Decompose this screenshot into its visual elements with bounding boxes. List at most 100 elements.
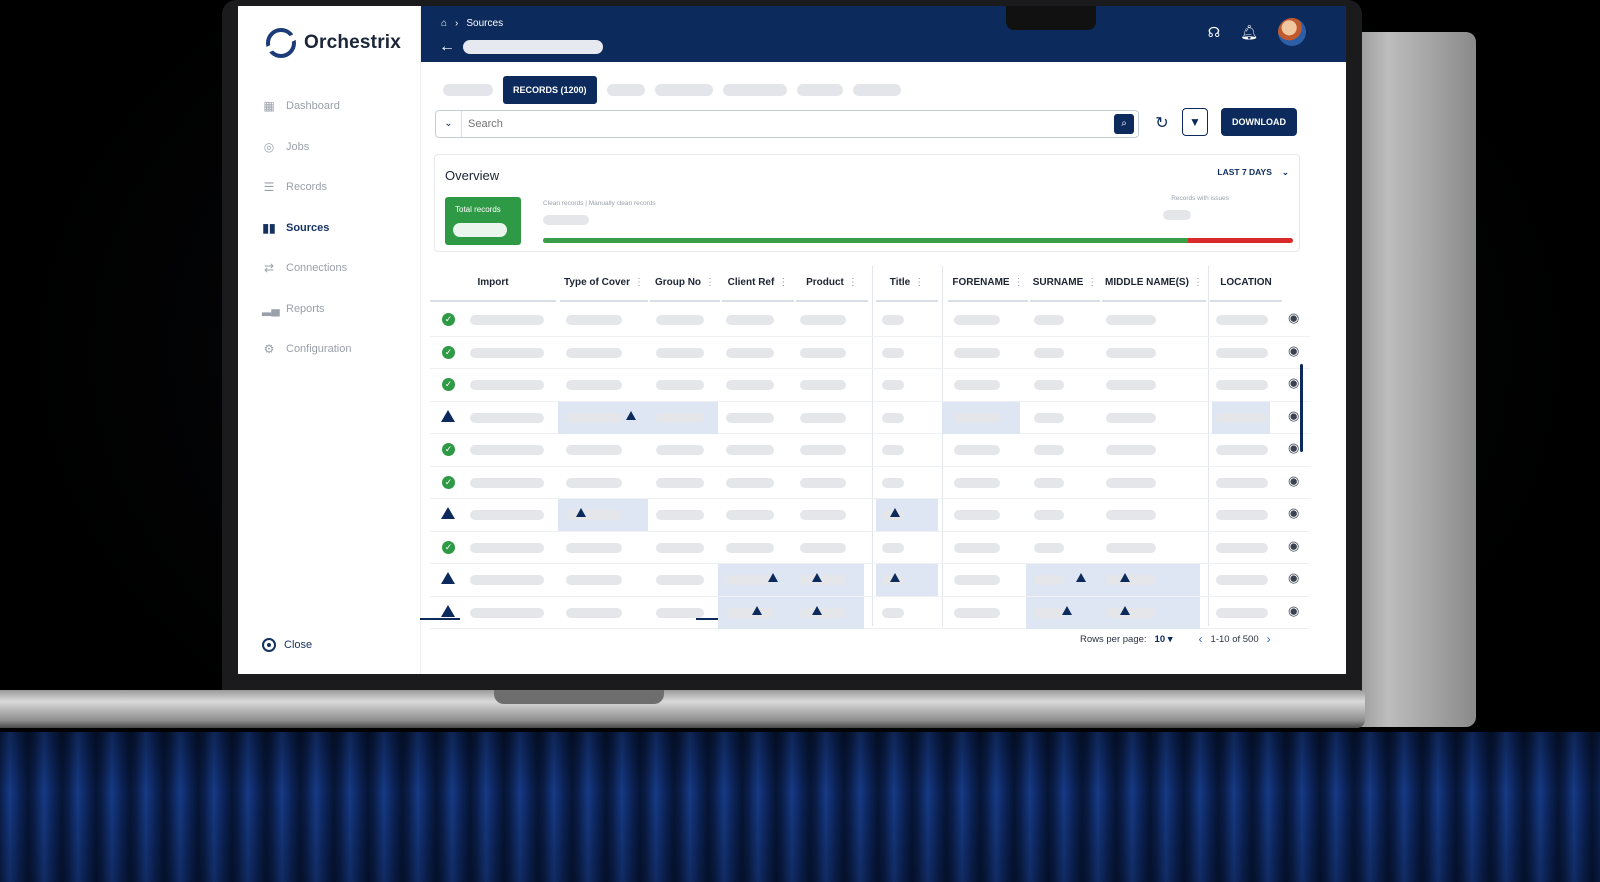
kebab-icon[interactable]: ⋮ <box>914 265 924 301</box>
cell-placeholder <box>656 510 704 520</box>
col-header-title[interactable]: Title ⋮ <box>876 266 938 302</box>
cell-placeholder <box>470 477 544 488</box>
clean-progress-fill <box>543 238 1188 243</box>
records-table: Import Type of Cover ⋮ Group No ⋮ Client R… <box>430 266 1310 629</box>
breadcrumb-sources[interactable]: Sources <box>466 18 503 29</box>
col-header-forename[interactable]: FORENAME ⋮ <box>948 266 1028 302</box>
cell-placeholder <box>656 445 704 455</box>
sidebar-item-dashboard[interactable]: ▦ Dashboard <box>262 86 412 127</box>
eye-icon[interactable]: ◉ <box>1288 408 1299 424</box>
sidebar-item-sources[interactable]: ▮▮ Sources <box>262 208 412 249</box>
search-input[interactable] <box>462 118 1114 130</box>
bell-icon[interactable]: 🔔︎ <box>1240 24 1258 41</box>
home-icon[interactable]: ⌂ <box>441 18 447 29</box>
kebab-icon[interactable]: ⋮ <box>1087 265 1097 301</box>
tab-placeholder[interactable] <box>796 84 843 96</box>
table-row[interactable]: ✓ ◉ <box>430 532 1310 564</box>
col-header-import[interactable]: Import <box>430 266 556 302</box>
cell-placeholder <box>1216 412 1268 423</box>
tab-placeholder[interactable] <box>722 84 787 96</box>
download-button[interactable]: DOWNLOAD <box>1221 108 1297 136</box>
logo-icon <box>266 28 296 58</box>
col-label: SURNAME <box>1032 277 1084 288</box>
check-icon: ✓ <box>442 345 455 359</box>
kebab-icon[interactable]: ⋮ <box>705 265 715 301</box>
table-row[interactable]: ◉ <box>430 564 1310 597</box>
cell-placeholder <box>566 542 622 553</box>
col-header-client-ref[interactable]: Client Ref ⋮ <box>722 266 794 302</box>
cell-placeholder <box>954 607 1000 618</box>
sidebar-item-label: Records <box>286 181 327 194</box>
tab-placeholder[interactable] <box>654 84 713 96</box>
filter-icon[interactable]: ▼ <box>1182 108 1208 136</box>
tab-placeholder[interactable] <box>852 84 901 96</box>
cell-placeholder <box>800 380 846 390</box>
cell-placeholder <box>566 607 622 618</box>
col-header-middle-names[interactable]: MIDDLE NAME(S) ⋮ <box>1102 266 1206 302</box>
close-button[interactable]: Close <box>262 638 312 652</box>
table-row[interactable]: ✓ ◉ <box>430 369 1310 402</box>
eye-icon[interactable]: ◉ <box>1288 440 1299 456</box>
table-row[interactable]: ✓ ◉ <box>430 304 1310 337</box>
eye-icon[interactable]: ◉ <box>1288 375 1299 391</box>
issues-value-placeholder <box>1163 210 1191 220</box>
col-header-group-no[interactable]: Group No ⋮ <box>650 266 720 302</box>
tab-records[interactable]: RECORDS (1200) <box>503 76 597 104</box>
eye-icon[interactable]: ◉ <box>1288 570 1299 586</box>
eye-icon[interactable]: ◉ <box>1288 505 1299 521</box>
search-icon[interactable]: ⌕ <box>1114 114 1134 134</box>
cell-placeholder <box>1106 477 1156 488</box>
eye-icon[interactable]: ◉ <box>1288 603 1299 619</box>
cell-placeholder <box>726 445 774 455</box>
sidebar-item-configuration[interactable]: ⚙ Configuration <box>262 329 412 370</box>
cell-placeholder <box>1106 445 1156 455</box>
kebab-icon[interactable]: ⋮ <box>848 265 858 301</box>
kebab-icon[interactable]: ⋮ <box>778 265 788 301</box>
next-page-icon[interactable]: › <box>1267 632 1271 646</box>
cell-placeholder <box>882 315 904 325</box>
cell-placeholder <box>1106 347 1156 358</box>
table-row[interactable]: ✓ ◉ <box>430 337 1310 369</box>
kebab-icon[interactable]: ⋮ <box>634 265 644 301</box>
eye-icon[interactable]: ◉ <box>1288 473 1299 489</box>
table-row[interactable]: ✓ ◉ <box>430 434 1310 467</box>
chevron-down-icon[interactable]: ⌄ <box>436 111 462 137</box>
sidebar-item-connections[interactable]: ⇄ Connections <box>262 248 412 289</box>
table-row[interactable]: ◉ <box>430 499 1310 532</box>
sidebar-item-records[interactable]: ☰ Records <box>262 167 412 208</box>
headset-icon[interactable]: ☊ <box>1208 24 1220 41</box>
table-row[interactable]: ◉ <box>430 596 1310 629</box>
col-header-location[interactable]: LOCATION <box>1210 266 1282 302</box>
tab-placeholder[interactable] <box>606 84 645 96</box>
rows-per-page-value: 10 <box>1154 633 1166 645</box>
sidebar-item-reports[interactable]: ▂▄ Reports <box>262 289 412 330</box>
eye-icon[interactable]: ◉ <box>1288 310 1299 326</box>
sidebar-item-jobs[interactable]: ◎ Jobs <box>262 127 412 168</box>
warning-icon <box>1062 605 1072 615</box>
cell-placeholder <box>566 445 622 455</box>
top-bar: ⌂ › Sources ← ☊ 🔔︎ <box>421 6 1346 62</box>
table-row[interactable]: ✓ ◉ <box>430 467 1310 499</box>
col-header-surname[interactable]: SURNAME ⋮ <box>1030 266 1100 302</box>
scrollbar[interactable] <box>1300 364 1303 452</box>
kebab-icon[interactable]: ⋮ <box>1014 265 1024 301</box>
col-header-product[interactable]: Product ⋮ <box>796 266 868 302</box>
col-header-type-of-cover[interactable]: Type of Cover ⋮ <box>560 266 648 302</box>
refresh-icon[interactable]: ↻ <box>1152 114 1172 134</box>
cell-placeholder <box>882 477 904 488</box>
kebab-icon[interactable]: ⋮ <box>1193 265 1203 301</box>
connections-icon: ⇄ <box>263 261 275 276</box>
sidebar-item-label: Dashboard <box>286 100 340 113</box>
tab-placeholder[interactable] <box>443 84 493 96</box>
eye-icon[interactable]: ◉ <box>1288 538 1299 554</box>
warning-icon <box>441 507 455 519</box>
prev-page-icon[interactable]: ‹ <box>1199 632 1203 646</box>
rows-per-page-select[interactable]: 10 ▾ <box>1155 634 1173 645</box>
avatar[interactable] <box>1278 18 1306 46</box>
back-arrow-icon[interactable]: ← <box>439 38 455 56</box>
eye-icon[interactable]: ◉ <box>1288 343 1299 359</box>
warning-icon <box>1120 573 1130 582</box>
date-range-select[interactable]: LAST 7 DAYS ⌄ <box>1217 167 1289 178</box>
check-icon: ✓ <box>442 475 455 489</box>
table-row[interactable]: ◉ <box>430 401 1310 434</box>
